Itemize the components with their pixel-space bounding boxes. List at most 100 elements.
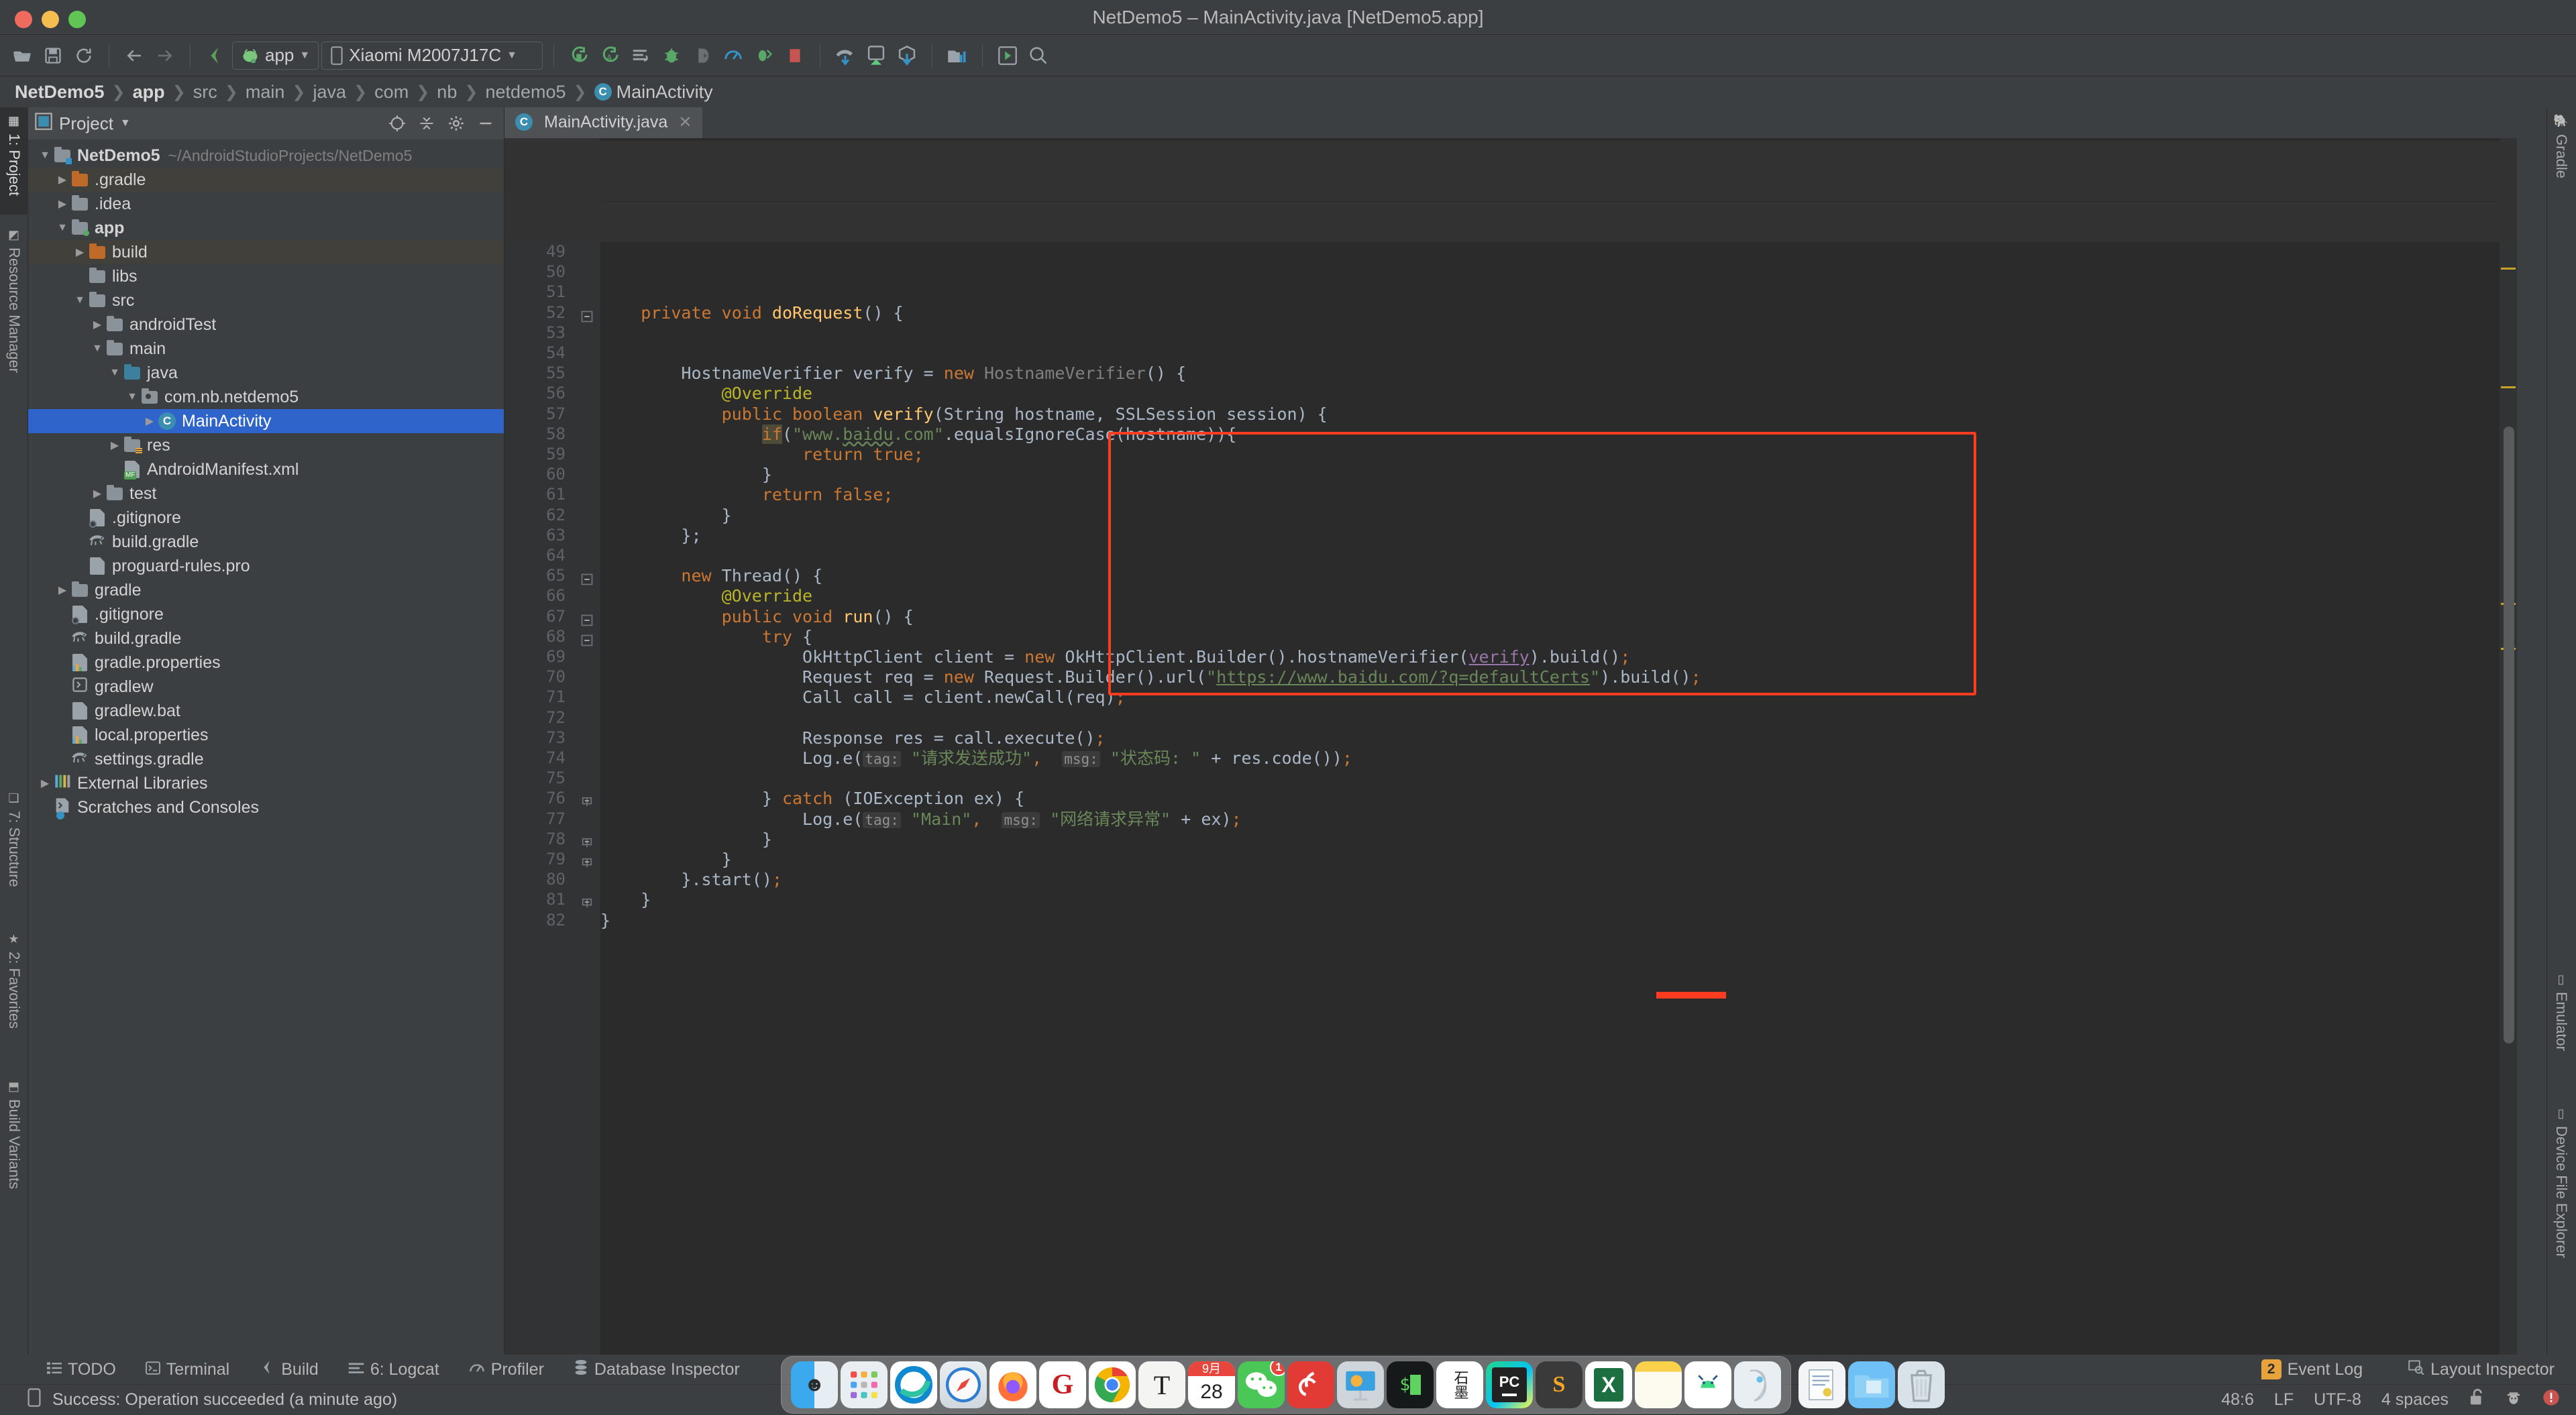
tree-row-.gradle[interactable]: ▶ .gradle [28, 168, 504, 192]
fold-marker-icon[interactable] [580, 570, 594, 585]
tree-row-.idea[interactable]: ▶ .idea [28, 192, 504, 216]
dock-item-iterm[interactable]: $ [1387, 1361, 1434, 1408]
fold-marker-icon[interactable] [580, 854, 594, 868]
tree-expander[interactable]: ▶ [38, 777, 52, 790]
dock-item-certificate-doc[interactable] [1799, 1361, 1845, 1408]
editor-scrollbar-thumb[interactable] [2504, 427, 2514, 1043]
dock-item-google-chrome[interactable] [1089, 1361, 1136, 1408]
code-line-63[interactable]: }; [600, 526, 701, 546]
sidebar-item-favorites[interactable]: ★ 2: Favorites [0, 925, 28, 1066]
tree-row-app[interactable]: ▼ app [28, 216, 504, 240]
sdk-manager-icon[interactable] [201, 42, 229, 70]
tree-expander[interactable]: ▼ [107, 367, 122, 379]
module-selector[interactable]: app ▼ [232, 41, 319, 70]
line-number[interactable]: 62 [546, 506, 566, 524]
apply-code-changes-icon[interactable] [750, 42, 778, 70]
dock-item-firefox[interactable] [989, 1361, 1036, 1408]
back-arrow-icon[interactable] [120, 42, 148, 70]
unlocked-icon[interactable] [2469, 1388, 2485, 1411]
code-line-59[interactable]: return true; [600, 445, 924, 465]
line-number[interactable]: 82 [546, 911, 566, 929]
tree-row-external-libraries[interactable]: ▶ External Libraries [28, 771, 504, 795]
tree-row-gradle.properties[interactable]: gradle.properties [28, 650, 504, 675]
tree-row-build[interactable]: ▶ build [28, 240, 504, 264]
tree-expander[interactable]: ▼ [38, 150, 52, 162]
dock-item-sublime-text[interactable]: S [1536, 1361, 1582, 1408]
code-line-68[interactable]: try { [600, 627, 812, 647]
dock-item-pycharm[interactable]: PC [1486, 1361, 1533, 1408]
breadcrumb-item-2[interactable]: src [191, 82, 220, 103]
bottom-tab-database-inspector[interactable]: Database Inspector [559, 1359, 755, 1380]
line-separator[interactable]: LF [2274, 1390, 2294, 1410]
line-number[interactable]: 72 [546, 708, 566, 727]
fold-marker-icon[interactable] [580, 631, 594, 646]
close-tab-icon[interactable]: ✕ [678, 113, 692, 132]
code-line-76[interactable]: } catch (IOException ex) { [600, 789, 1024, 809]
file-encoding[interactable]: UTF-8 [2314, 1390, 2361, 1410]
sidebar-item-project[interactable]: ▦ 1: Project [0, 107, 28, 215]
fold-marker-icon[interactable] [580, 894, 594, 908]
code-line-79[interactable]: } [600, 850, 732, 870]
tree-expander[interactable]: ▼ [125, 391, 140, 403]
tree-expander[interactable]: ▼ [55, 222, 70, 234]
hector-icon[interactable] [2505, 1389, 2522, 1411]
target-icon[interactable] [386, 112, 409, 135]
tree-row-scratches-and-consoles[interactable]: Scratches and Consoles [28, 795, 504, 819]
line-number[interactable]: 61 [546, 485, 566, 504]
code-line-52[interactable]: private void doRequest() { [600, 303, 903, 323]
line-number[interactable]: 49 [546, 242, 566, 261]
forward-arrow-icon[interactable] [151, 42, 179, 70]
tree-expander[interactable]: ▶ [55, 583, 70, 597]
tab-mainactivity-java[interactable]: C MainActivity.java ✕ [504, 107, 703, 138]
collapse-all-icon[interactable] [415, 112, 438, 135]
run-icon[interactable] [565, 42, 593, 70]
debug-icon[interactable] [657, 42, 686, 70]
line-number[interactable]: 71 [546, 687, 566, 706]
tree-expander[interactable]: ▶ [55, 173, 70, 186]
code-line-81[interactable]: } [600, 890, 651, 910]
tree-row-androidtest[interactable]: ▶ androidTest [28, 313, 504, 337]
tree-expander[interactable]: ▶ [90, 487, 105, 500]
dock-item-shimo[interactable]: 石墨 [1436, 1361, 1483, 1408]
fold-marker-icon[interactable] [580, 834, 594, 848]
gear-icon[interactable] [445, 112, 468, 135]
breadcrumb-item-4[interactable]: java [311, 82, 350, 103]
editor-marker-bar[interactable] [2500, 138, 2517, 1355]
line-number[interactable]: 76 [546, 789, 566, 807]
code-line-80[interactable]: }.start(); [600, 870, 782, 890]
sidebar-item-build-variants[interactable]: ⬒ Build Variants [0, 1073, 28, 1227]
tree-row-settings.gradle[interactable]: settings.gradle [28, 747, 504, 771]
dock-item-microsoft-edge[interactable] [890, 1361, 937, 1408]
code-line-78[interactable]: } [600, 830, 772, 850]
line-number[interactable]: 52 [546, 303, 566, 322]
line-number[interactable]: 56 [546, 384, 566, 402]
tree-row-.gitignore[interactable]: .gitignore [28, 602, 504, 626]
line-number[interactable]: 73 [546, 728, 566, 747]
tree-row-build.gradle[interactable]: build.gradle [28, 626, 504, 650]
error-icon[interactable] [2542, 1389, 2560, 1411]
bottom-tab-logcat[interactable]: 6: Logcat [333, 1360, 454, 1379]
breadcrumb-item-7[interactable]: netdemo5 [482, 82, 568, 103]
dock-item-launchpad[interactable] [841, 1361, 888, 1408]
tree-row-androidmanifest.xml[interactable]: MF AndroidManifest.xml [28, 457, 504, 482]
sidebar-item-resource-manager[interactable]: ◩ Resource Manager [0, 221, 28, 402]
sync-icon[interactable] [70, 42, 98, 70]
code-line-61[interactable]: return false; [600, 485, 894, 505]
tree-expander[interactable]: ▼ [72, 294, 87, 306]
line-number[interactable]: 50 [546, 262, 566, 281]
project-tree[interactable]: ▼ NetDemo5 ~/AndroidStudioProjects/NetDemo… [28, 139, 504, 1355]
code-text[interactable]: public void onClick(View v) { doRequest(… [600, 138, 2517, 1355]
line-number[interactable]: 63 [546, 526, 566, 545]
code-line-60[interactable]: } [600, 465, 772, 485]
code-line-71[interactable]: Call call = client.newCall(req); [600, 687, 1126, 708]
save-icon[interactable] [39, 42, 67, 70]
code-line-74[interactable]: Log.e(tag: "请求发送成功", msg: "状态码: " + res.… [600, 748, 1352, 769]
tree-row-java[interactable]: ▼ java [28, 361, 504, 385]
line-number[interactable]: 64 [546, 546, 566, 565]
breadcrumb-item-6[interactable]: nb [434, 82, 460, 103]
dock-item-android-studio[interactable] [1684, 1361, 1731, 1408]
dock-item-excel[interactable]: X [1585, 1361, 1632, 1408]
fold-marker-icon[interactable] [580, 307, 594, 322]
line-number[interactable]: 60 [546, 465, 566, 484]
avd-manager-icon[interactable] [862, 42, 890, 70]
